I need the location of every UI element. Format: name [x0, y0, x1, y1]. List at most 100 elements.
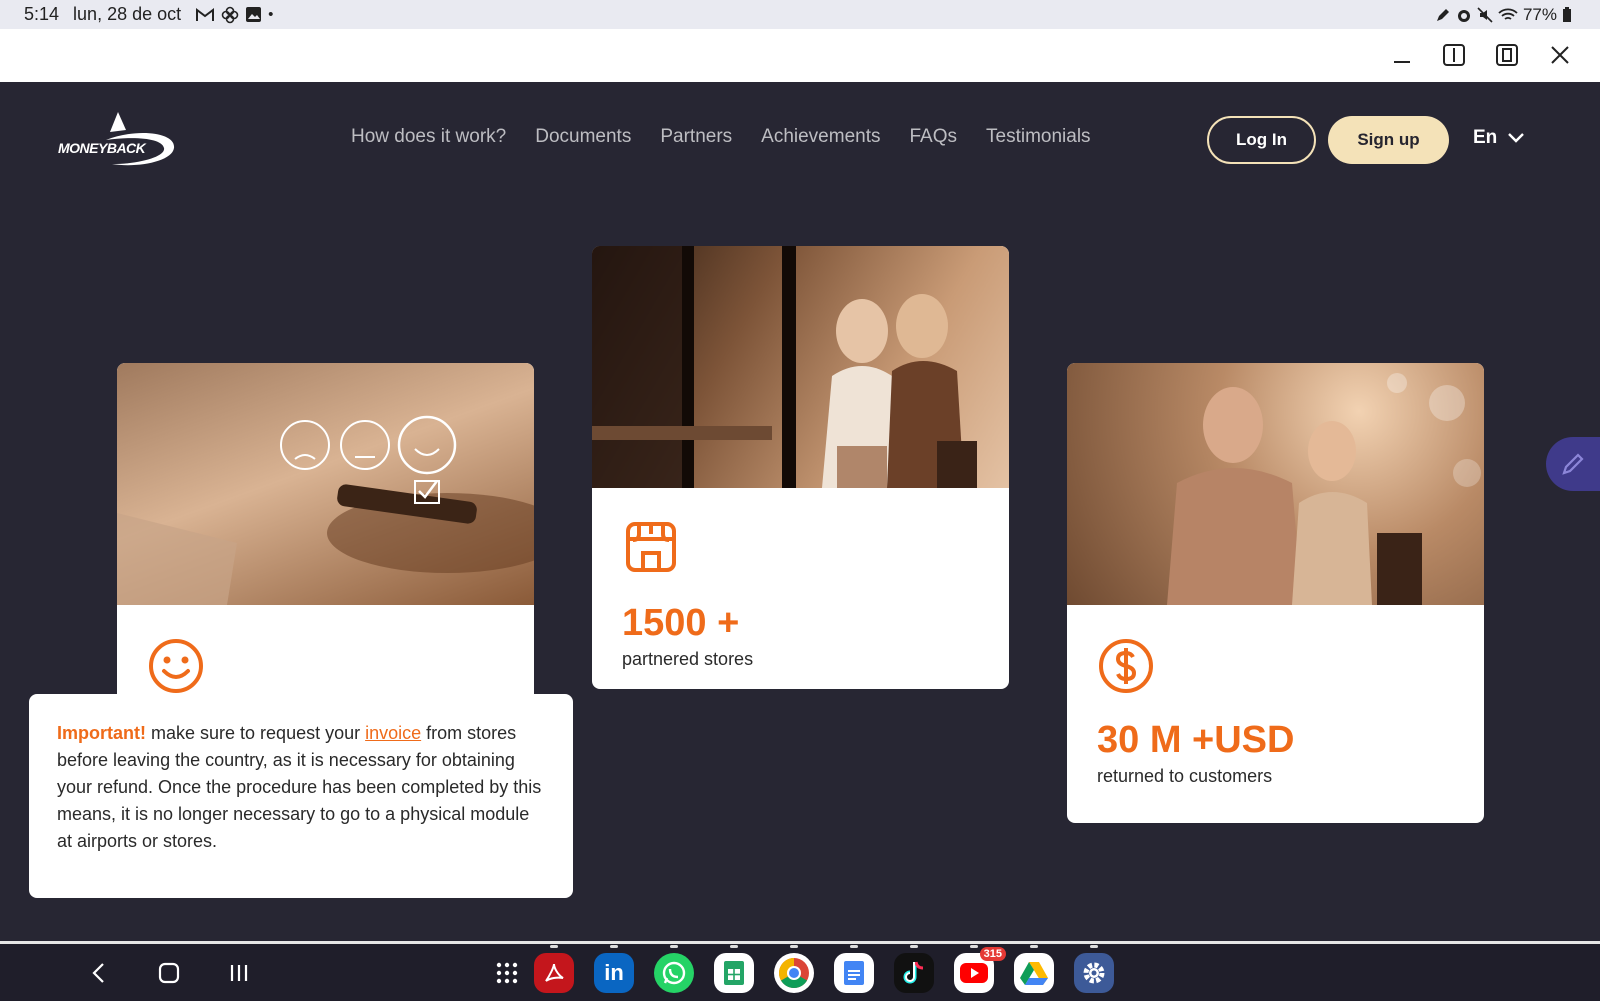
- gallery-icon: [246, 7, 262, 22]
- dock-apps-grid[interactable]: [487, 953, 527, 993]
- moneyback-logo[interactable]: MONEYBACK: [56, 110, 178, 172]
- sheets-icon: [724, 961, 744, 985]
- dock-whatsapp[interactable]: [654, 945, 694, 993]
- linkedin-icon: in: [604, 960, 624, 985]
- running-indicator: [610, 945, 618, 948]
- running-indicator: [670, 945, 678, 948]
- nav-faqs[interactable]: FAQs: [910, 126, 958, 148]
- nav-documents[interactable]: Documents: [535, 126, 631, 148]
- dock-linkedin[interactable]: in: [594, 945, 634, 993]
- card-stores: 1500 + partnered stores: [592, 246, 1009, 689]
- acrobat-icon: [545, 963, 564, 982]
- card-satisfaction-photo: [117, 363, 534, 605]
- nav-achievements[interactable]: Achievements: [761, 126, 880, 148]
- chrome-icon: [778, 958, 809, 989]
- dock-chrome[interactable]: [774, 945, 814, 993]
- returned-amount: 30 M +USD: [1097, 719, 1295, 761]
- smiley-icon: [149, 639, 203, 693]
- more-dot: •: [268, 6, 274, 23]
- floating-edit-button[interactable]: [1546, 437, 1600, 491]
- status-bar: 5:14 lun, 28 de oct • 77%: [0, 0, 1600, 29]
- whatsapp-icon: [662, 961, 686, 985]
- shoppers-image: [592, 246, 977, 488]
- split-screen-icon: [1443, 44, 1465, 66]
- signup-button[interactable]: Sign up: [1328, 116, 1449, 164]
- dollar-icon: [1099, 639, 1153, 693]
- notice-important-label: Important!: [57, 723, 146, 743]
- running-indicator: [730, 945, 738, 948]
- returned-caption: returned to customers: [1097, 766, 1273, 786]
- couple-image: [1167, 373, 1481, 605]
- pen-icon: [1562, 453, 1584, 475]
- alarm-icon: [1457, 9, 1470, 22]
- dock-youtube[interactable]: 315: [954, 945, 1006, 993]
- nav-testimonials[interactable]: Testimonials: [986, 126, 1091, 148]
- dock-google-docs[interactable]: [834, 945, 874, 993]
- status-system-icons: 77%: [1435, 0, 1572, 29]
- status-notification-icons: •: [195, 6, 273, 24]
- apps-grid-icon: [496, 962, 518, 984]
- running-indicator: [1030, 945, 1038, 948]
- recents-button[interactable]: [224, 958, 254, 988]
- back-icon: [92, 963, 104, 983]
- nav-how-it-works[interactable]: How does it work?: [351, 126, 506, 148]
- gmail-icon: [196, 7, 215, 21]
- running-indicator: [970, 945, 978, 948]
- window-title-bar: [0, 29, 1600, 82]
- battery-percent: 77%: [1522, 4, 1557, 24]
- maximize-icon: [1496, 44, 1518, 66]
- android-navigation-bar: in 315: [0, 941, 1600, 1001]
- logo-text: MONEYBACK: [58, 140, 146, 156]
- status-time: 5:14: [24, 4, 60, 24]
- dock-google-sheets[interactable]: [714, 945, 754, 993]
- status-date: lun, 28 de oct: [73, 4, 182, 24]
- card-satisfaction: [117, 363, 534, 703]
- language-selector[interactable]: En: [1473, 127, 1525, 149]
- recents-icon: [230, 965, 248, 981]
- split-screen-button[interactable]: [1440, 41, 1468, 69]
- login-button[interactable]: Log In: [1207, 116, 1316, 164]
- running-indicator: [1090, 945, 1098, 948]
- card-returned-photo: [1067, 363, 1484, 605]
- maximize-button[interactable]: [1493, 41, 1521, 69]
- nav-partners[interactable]: Partners: [660, 126, 732, 148]
- tiktok-icon: [903, 961, 924, 984]
- home-button[interactable]: [154, 958, 184, 988]
- store-icon: [626, 522, 676, 572]
- minimize-button[interactable]: [1388, 41, 1416, 69]
- dock-google-drive[interactable]: [1014, 945, 1054, 993]
- important-notice: Important! make sure to request your inv…: [29, 694, 573, 898]
- running-indicator: [910, 945, 918, 948]
- battery-icon: [1563, 6, 1571, 22]
- running-indicator: [550, 945, 558, 948]
- running-indicator: [850, 945, 858, 948]
- card-stores-photo: [592, 246, 1009, 488]
- dock-settings[interactable]: [1074, 945, 1114, 993]
- drive-icon: [1020, 962, 1048, 985]
- minimize-icon: [1394, 61, 1410, 63]
- notice-text-before: make sure to request your: [146, 723, 366, 743]
- docs-icon: [844, 961, 864, 985]
- chevron-down-icon: [1508, 133, 1525, 143]
- stores-count: 1500 +: [622, 602, 740, 644]
- dock-adobe-acrobat[interactable]: [534, 945, 574, 993]
- language-label: En: [1473, 127, 1498, 148]
- youtube-icon: [960, 963, 988, 983]
- close-icon: [1551, 46, 1569, 64]
- running-indicator: [790, 945, 798, 948]
- main-nav: How does it work? Documents Partners Ach…: [351, 126, 1091, 148]
- pen-icon: [1436, 8, 1449, 21]
- card-returned: 30 M +USD returned to customers: [1067, 363, 1484, 823]
- invoice-link[interactable]: invoice: [365, 723, 421, 743]
- back-button[interactable]: [84, 958, 114, 988]
- gear-icon: [1083, 962, 1105, 984]
- notification-badge: 315: [979, 947, 1006, 961]
- close-window-button[interactable]: [1546, 41, 1574, 69]
- rating-faces-image: [117, 415, 534, 605]
- stores-caption: partnered stores: [622, 649, 754, 669]
- mute-icon: [1477, 6, 1493, 23]
- home-icon: [158, 962, 180, 984]
- website-viewport: MONEYBACK How does it work? Documents Pa…: [0, 82, 1600, 941]
- dock-tiktok[interactable]: [894, 945, 934, 993]
- wifi-icon: [1498, 8, 1518, 20]
